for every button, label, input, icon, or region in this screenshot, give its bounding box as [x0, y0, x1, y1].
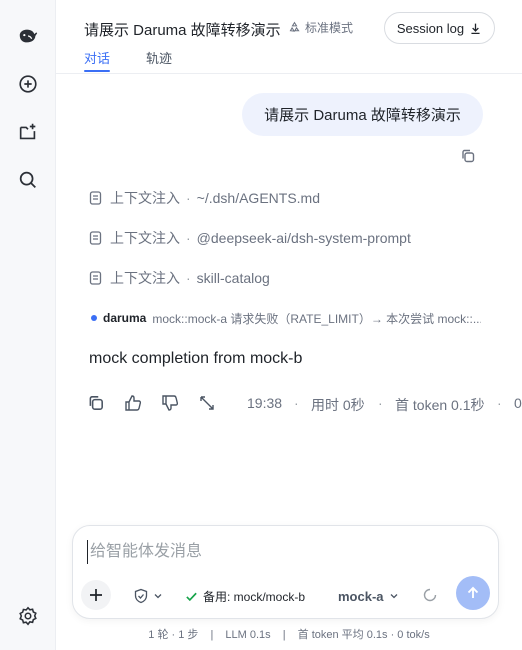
message-first-token: 首 token 0.1秒	[395, 397, 485, 413]
tab-trajectory[interactable]: 轨迹	[146, 48, 172, 67]
context-path: @deepseek-ai/dsh-system-prompt	[196, 230, 411, 246]
document-icon	[89, 191, 102, 205]
download-icon	[471, 23, 480, 34]
send-button[interactable]	[456, 576, 490, 610]
check-icon	[186, 592, 197, 601]
document-icon	[89, 231, 102, 245]
sidebar	[0, 0, 56, 650]
copy-icon[interactable]	[86, 393, 106, 413]
context-label: 上下文注入	[110, 270, 180, 286]
status-dot	[91, 315, 97, 321]
assistant-answer: mock completion from mock-b	[89, 350, 303, 367]
thumbs-up-icon[interactable]	[123, 393, 143, 413]
plus-icon	[90, 589, 102, 601]
thumbs-down-icon[interactable]	[160, 393, 180, 413]
log-source: daruma	[103, 311, 147, 325]
user-message-bubble: 请展示 Daruma 故障转移演示	[242, 93, 483, 136]
context-item[interactable]: 上下文注入 · ~/.dsh/AGENTS.md	[89, 188, 320, 208]
footer-token: 首 token 平均 0.1s · 0 tok/s	[297, 629, 430, 641]
failover-log[interactable]: daruma mock::mock-a 请求失败（RATE_LIMIT）→ 本次…	[91, 310, 481, 326]
fallback-model[interactable]: 备用: mock/mock-b	[185, 588, 305, 604]
permission-selector[interactable]	[133, 586, 163, 606]
header: 请展示 Daruma 故障转移演示 标准模式 Session log 对话 轨迹	[56, 0, 522, 74]
model-selector[interactable]: mock-a	[338, 588, 399, 604]
message-actions	[86, 392, 234, 414]
message-time: 19:38	[247, 395, 283, 411]
session-log-button[interactable]: Session log	[384, 12, 495, 44]
mode-indicator: 标准模式	[288, 19, 353, 36]
loading-spinner-icon	[423, 588, 437, 602]
session-log-label: Session log	[396, 20, 465, 36]
message-meta-more: 0	[514, 395, 522, 411]
context-path: skill-catalog	[196, 270, 270, 286]
context-item[interactable]: 上下文注入 · @deepseek-ai/dsh-system-prompt	[89, 228, 411, 248]
user-message-text: 请展示 Daruma 故障转移演示	[264, 107, 461, 124]
tab-conversation[interactable]: 对话	[84, 48, 110, 67]
mode-label: 标准模式	[305, 21, 354, 35]
footer-rounds: 1 轮 · 1 步	[148, 629, 199, 641]
footer-llm: LLM 0.1s	[225, 629, 271, 641]
shield-icon	[134, 588, 148, 604]
new-folder-icon[interactable]	[14, 118, 42, 146]
new-chat-icon[interactable]	[14, 70, 42, 98]
context-label: 上下文注入	[110, 230, 180, 246]
active-tab-indicator	[84, 70, 110, 72]
whale-logo-icon[interactable]	[14, 22, 42, 50]
message-duration: 用时 0秒	[311, 397, 365, 413]
search-icon[interactable]	[14, 166, 42, 194]
chevron-down-icon	[390, 594, 397, 599]
context-label: 上下文注入	[110, 190, 180, 206]
settings-icon[interactable]	[14, 602, 42, 630]
composer: 备用: mock/mock-b mock-a	[72, 525, 499, 619]
context-path: ~/.dsh/AGENTS.md	[196, 190, 320, 206]
model-label: mock-a	[338, 588, 384, 604]
page-title: 请展示 Daruma 故障转移演示	[84, 22, 281, 39]
status-footer: 1 轮 · 1 步 | LLM 0.1s | 首 token 平均 0.1s ·…	[148, 629, 430, 641]
recycle-icon	[289, 21, 300, 32]
branch-icon[interactable]	[197, 393, 217, 413]
context-item[interactable]: 上下文注入 · skill-catalog	[89, 268, 270, 288]
log-text: mock::mock-a 请求失败（RATE_LIMIT）→ 本次尝试 mock…	[152, 311, 481, 326]
copy-icon[interactable]	[460, 148, 478, 166]
chevron-down-icon	[154, 594, 162, 599]
document-icon	[89, 271, 102, 285]
fallback-label: 备用: mock/mock-b	[203, 589, 306, 604]
arrow-up-icon	[467, 586, 479, 598]
attach-button[interactable]	[81, 580, 111, 610]
message-input[interactable]	[87, 540, 482, 564]
